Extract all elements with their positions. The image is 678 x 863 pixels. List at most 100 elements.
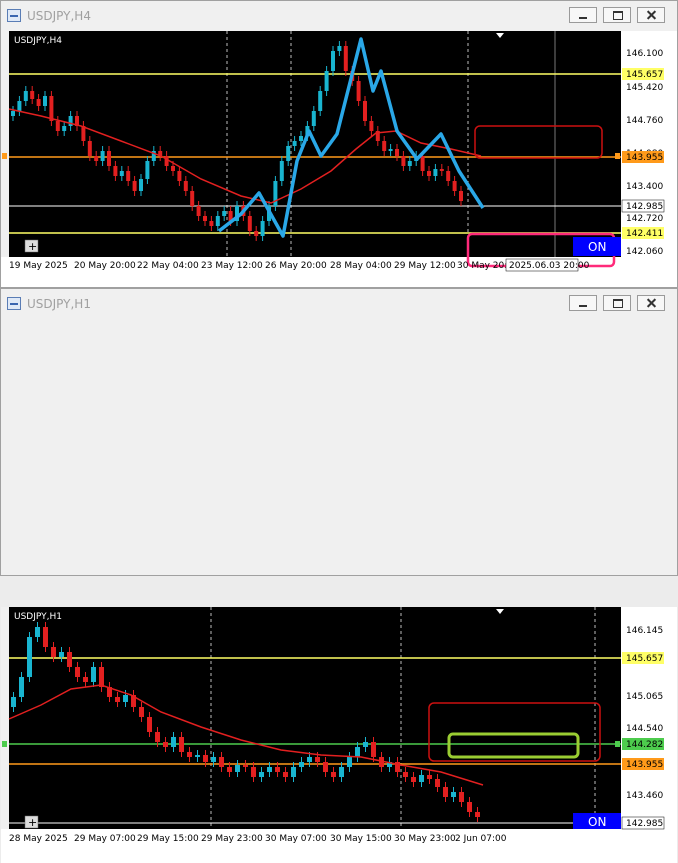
chart-window-h4[interactable]: USDJPY,H4 USDJPY,H4 146.100 145.420 144.… bbox=[0, 0, 678, 288]
candle-body bbox=[59, 652, 64, 657]
candle-body bbox=[388, 149, 393, 151]
svg-text:145.065: 145.065 bbox=[626, 692, 663, 702]
svg-text:29 May 15:00: 29 May 15:00 bbox=[137, 834, 199, 844]
candle-body bbox=[451, 792, 456, 797]
candle-body bbox=[247, 216, 252, 231]
candle-body bbox=[113, 166, 118, 176]
plus-icon: + bbox=[28, 240, 37, 253]
candle-body bbox=[100, 151, 105, 161]
minimize-button[interactable] bbox=[569, 295, 597, 311]
candle-body bbox=[67, 652, 72, 667]
candle-body bbox=[363, 101, 367, 121]
svg-text:144.760: 144.760 bbox=[626, 116, 663, 126]
svg-text:146.145: 146.145 bbox=[626, 626, 663, 636]
candle-body bbox=[299, 762, 304, 767]
close-button[interactable] bbox=[637, 7, 665, 23]
candle-body bbox=[43, 96, 47, 106]
price-chart-h4[interactable]: USDJPY,H4 146.100 145.420 144.760 144.08… bbox=[1, 31, 677, 287]
svg-text:144.540: 144.540 bbox=[626, 724, 663, 734]
maximize-button[interactable] bbox=[603, 295, 631, 311]
svg-text:143.400: 143.400 bbox=[626, 182, 663, 192]
candle-body bbox=[107, 151, 111, 166]
title-bar-h4[interactable]: USDJPY,H4 bbox=[1, 1, 677, 31]
candle-body bbox=[83, 677, 88, 682]
candle-body bbox=[435, 779, 440, 787]
candle-body bbox=[227, 767, 232, 772]
price-tag-bid-text: 142.985 bbox=[626, 819, 663, 829]
candle-body bbox=[139, 707, 144, 717]
candle-body bbox=[331, 772, 336, 777]
candle-body bbox=[35, 627, 40, 637]
maximize-button[interactable] bbox=[603, 7, 631, 23]
candle-body bbox=[19, 677, 24, 697]
candle-body bbox=[292, 141, 297, 146]
candle-body bbox=[395, 149, 399, 156]
candle-body bbox=[87, 141, 92, 156]
candle-body bbox=[195, 755, 200, 757]
candle-body bbox=[307, 757, 312, 762]
trading-toggle-label: ON bbox=[588, 815, 606, 829]
candle-body bbox=[419, 775, 424, 782]
candle-body bbox=[183, 181, 188, 191]
candle-body bbox=[27, 637, 32, 677]
candle-body bbox=[407, 161, 412, 166]
candle-body bbox=[331, 51, 335, 71]
candle-body bbox=[382, 141, 387, 151]
candle-body bbox=[459, 191, 463, 201]
candle-body bbox=[315, 757, 320, 762]
svg-text:28 May 2025: 28 May 2025 bbox=[9, 834, 68, 844]
svg-text:146.100: 146.100 bbox=[626, 49, 663, 59]
candle-body bbox=[260, 221, 265, 236]
svg-text:22 May 04:00: 22 May 04:00 bbox=[137, 261, 199, 271]
candle-body bbox=[356, 81, 361, 101]
candle-body bbox=[275, 767, 280, 772]
svg-text:30 May 07:00: 30 May 07:00 bbox=[265, 834, 327, 844]
svg-text:29 May 07:00: 29 May 07:00 bbox=[74, 834, 136, 844]
candle-body bbox=[427, 171, 431, 176]
candle-body bbox=[94, 156, 99, 161]
svg-text:143.460: 143.460 bbox=[626, 791, 663, 801]
svg-text:23 May 12:00: 23 May 12:00 bbox=[201, 261, 263, 271]
candle-body bbox=[411, 777, 416, 782]
candle-body bbox=[222, 211, 227, 216]
candle-body bbox=[427, 775, 432, 779]
candle-body bbox=[43, 627, 48, 647]
price-tag-bid-text: 142.985 bbox=[626, 202, 663, 212]
candle-body bbox=[371, 742, 376, 757]
price-tag-green-text: 144.282 bbox=[626, 740, 663, 750]
candle-body bbox=[75, 667, 80, 677]
candle-body bbox=[439, 169, 444, 171]
candle-body bbox=[267, 767, 272, 772]
candle-body bbox=[420, 156, 425, 171]
candle-body bbox=[339, 767, 344, 777]
candle-body bbox=[145, 161, 150, 179]
title-bar-h1[interactable]: USDJPY,H1 bbox=[1, 289, 677, 319]
candle-body bbox=[51, 647, 56, 657]
candle-body bbox=[291, 767, 296, 777]
window-title-h1: USDJPY,H1 bbox=[27, 297, 91, 311]
candle-body bbox=[475, 812, 480, 817]
close-button[interactable] bbox=[637, 295, 665, 311]
svg-text:2 Jun 07:00: 2 Jun 07:00 bbox=[455, 834, 507, 844]
svg-text:30 May 23:00: 30 May 23:00 bbox=[394, 834, 456, 844]
candle-body bbox=[446, 171, 451, 181]
candle-body bbox=[203, 755, 208, 762]
chart-window-h1[interactable]: USDJPY,H1 USDJPY,H1 146.145 145.065 144.… bbox=[0, 288, 678, 863]
candle-body bbox=[11, 697, 16, 707]
candle-body bbox=[187, 752, 192, 757]
minimize-button[interactable] bbox=[569, 7, 597, 23]
svg-text:30 May 15:00: 30 May 15:00 bbox=[330, 834, 392, 844]
candle-body bbox=[11, 111, 15, 116]
candle-body bbox=[190, 191, 195, 206]
candle-body bbox=[459, 792, 464, 802]
candle-body bbox=[299, 136, 303, 141]
price-chart-h1[interactable]: USDJPY,H1 146.145 145.065 144.540 143.46… bbox=[1, 607, 677, 863]
candle-body bbox=[355, 747, 360, 757]
candle-body bbox=[163, 742, 168, 747]
candle-body bbox=[467, 802, 472, 812]
candle-body bbox=[147, 717, 152, 732]
candle-body bbox=[164, 156, 169, 166]
svg-text:142.720: 142.720 bbox=[626, 214, 663, 224]
candle-body bbox=[452, 181, 457, 191]
candle-body bbox=[311, 111, 316, 126]
